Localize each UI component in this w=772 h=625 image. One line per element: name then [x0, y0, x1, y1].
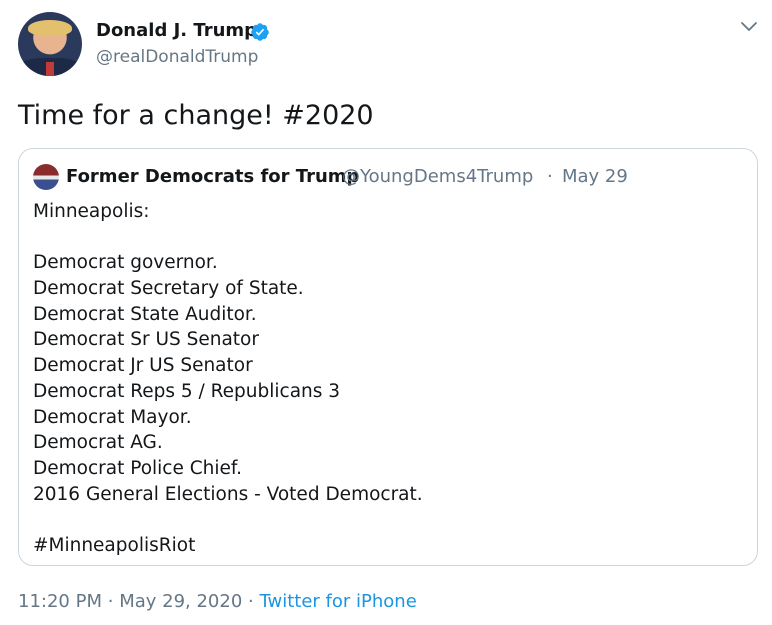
- quoted-line: Democrat Mayor.: [33, 406, 192, 428]
- tweet-source-link[interactable]: Twitter for iPhone: [259, 591, 416, 612]
- quoted-author-handle[interactable]: @YoungDems4Trump: [342, 166, 533, 188]
- quoted-line: Democrat Reps 5 / Republicans 3: [33, 380, 341, 402]
- quoted-date[interactable]: May 29: [562, 166, 628, 188]
- quoted-line: 2016 General Elections - Voted Democrat.: [33, 483, 423, 505]
- author-name[interactable]: Donald J. Trump: [96, 19, 257, 43]
- meta-separator: ·: [107, 591, 114, 612]
- avatar-tie: [46, 62, 54, 76]
- quoted-tweet-body: Minneapolis: Democrat governor. Democrat…: [33, 199, 423, 559]
- meta-separator: ·: [248, 591, 254, 612]
- tweet-text: Time for a change! #2020: [18, 100, 374, 131]
- quoted-line: Democrat AG.: [33, 432, 163, 454]
- avatar-hair: [28, 20, 72, 36]
- quoted-blank-line: [33, 225, 423, 251]
- tweet-date[interactable]: May 29, 2020: [119, 591, 242, 612]
- quoted-line: Democrat Jr US Senator: [33, 355, 253, 377]
- tweet-time[interactable]: 11:20 PM: [18, 591, 102, 612]
- chevron-down-icon[interactable]: [740, 20, 758, 34]
- quoted-separator: ·: [547, 166, 553, 187]
- quoted-line: Minneapolis:: [33, 201, 150, 222]
- quoted-line: Democrat Sr US Senator: [33, 329, 259, 351]
- quoted-line: Democrat Police Chief.: [33, 457, 242, 479]
- author-handle[interactable]: @realDonaldTrump: [96, 46, 258, 68]
- verified-badge-icon: [251, 23, 269, 41]
- quoted-author-avatar[interactable]: [33, 164, 59, 190]
- quoted-author-name[interactable]: Former Democrats for Trump: [66, 166, 359, 188]
- author-avatar[interactable]: [18, 12, 82, 76]
- quoted-hashtag[interactable]: #MinneapolisRiot: [33, 533, 423, 559]
- tweet-meta: 11:20 PM · May 29, 2020 · Twitter for iP…: [18, 590, 417, 614]
- quoted-line: Democrat Secretary of State.: [33, 278, 304, 300]
- quoted-line: Democrat governor.: [33, 252, 218, 274]
- quoted-tweet[interactable]: Former Democrats for Trump @YoungDems4Tr…: [18, 148, 758, 566]
- quoted-line: Democrat State Auditor.: [33, 303, 257, 325]
- quoted-blank-line: [33, 507, 423, 533]
